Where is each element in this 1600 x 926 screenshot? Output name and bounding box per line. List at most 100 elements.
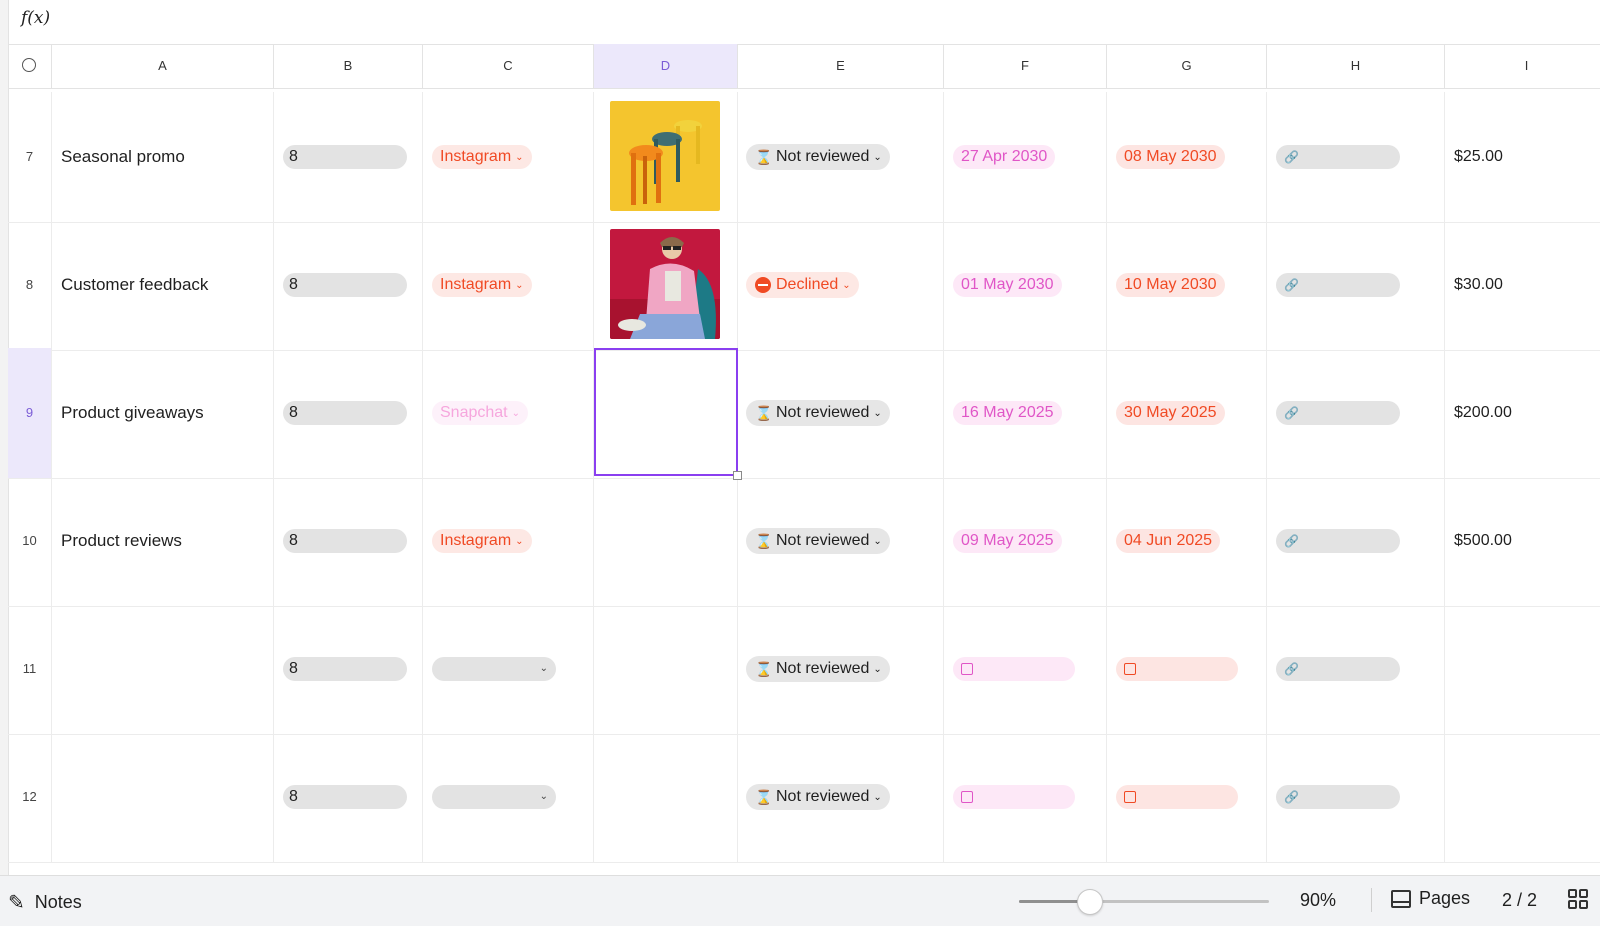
column-header-h[interactable]: H: [1267, 44, 1445, 88]
cell-status[interactable]: ⌛ Not reviewed ⌄: [738, 92, 944, 222]
cell-b[interactable]: 8: [274, 92, 423, 222]
link-pill[interactable]: 🔗: [1276, 657, 1400, 681]
column-header-g[interactable]: G: [1107, 44, 1267, 88]
fill-handle[interactable]: [733, 471, 742, 480]
cell-end-date[interactable]: 10 May 2030: [1107, 220, 1267, 350]
end-date-pill[interactable]: 10 May 2030: [1116, 273, 1225, 297]
image-person-pink-jacket[interactable]: [610, 229, 720, 339]
cell-title[interactable]: Product giveaways: [52, 348, 274, 478]
row-number[interactable]: 10: [8, 476, 52, 606]
cell-channel[interactable]: ⌄: [423, 732, 594, 862]
row-number[interactable]: 7: [8, 92, 52, 222]
channel-dropdown[interactable]: Instagram ⌄: [432, 529, 532, 553]
cell-end-date[interactable]: 30 May 2025: [1107, 348, 1267, 478]
column-header-a[interactable]: A: [52, 44, 274, 88]
cell-end-date[interactable]: 08 May 2030: [1107, 92, 1267, 222]
column-header-f[interactable]: F: [944, 44, 1107, 88]
start-date-pill[interactable]: 01 May 2030: [953, 273, 1062, 297]
link-pill[interactable]: 🔗: [1276, 785, 1400, 809]
channel-dropdown[interactable]: Snapchat ⌄: [432, 401, 528, 425]
grid-view-icon[interactable]: [1568, 889, 1588, 909]
cell-price[interactable]: $30.00: [1445, 220, 1600, 350]
cell-image-selected[interactable]: [594, 348, 738, 478]
formula-bar[interactable]: f(x): [8, 0, 1600, 45]
link-pill[interactable]: 🔗: [1276, 529, 1400, 553]
column-header-b[interactable]: B: [274, 44, 423, 88]
cell-b[interactable]: 8: [274, 732, 423, 862]
status-dropdown[interactable]: ⌛ Not reviewed ⌄: [746, 784, 890, 810]
channel-dropdown[interactable]: Instagram ⌄: [432, 273, 532, 297]
cell-link[interactable]: 🔗: [1267, 220, 1445, 350]
cell-b[interactable]: 8: [274, 220, 423, 350]
channel-dropdown[interactable]: Instagram ⌄: [432, 145, 532, 169]
cell-title[interactable]: Product reviews: [52, 476, 274, 606]
cell-image[interactable]: [594, 604, 738, 734]
cell-status[interactable]: ⌛ Not reviewed ⌄: [738, 348, 944, 478]
cell-image[interactable]: [594, 476, 738, 606]
cell-start-date[interactable]: 01 May 2030: [944, 220, 1107, 350]
cell-status[interactable]: ⌛ Not reviewed ⌄: [738, 604, 944, 734]
start-date-pill[interactable]: [953, 657, 1075, 681]
cell-title[interactable]: Customer feedback: [52, 220, 274, 350]
number-pill[interactable]: 8: [283, 529, 407, 553]
cell-price[interactable]: [1445, 604, 1600, 734]
cell-price[interactable]: $200.00: [1445, 348, 1600, 478]
channel-dropdown[interactable]: ⌄: [432, 657, 556, 681]
cell-price[interactable]: $25.00: [1445, 92, 1600, 222]
select-all-corner[interactable]: [8, 44, 52, 88]
cell-title[interactable]: [52, 604, 274, 734]
cell-status[interactable]: ⌛ Not reviewed ⌄: [738, 732, 944, 862]
link-pill[interactable]: 🔗: [1276, 145, 1400, 169]
cell-status[interactable]: ⌛ Not reviewed ⌄: [738, 476, 944, 606]
zoom-level[interactable]: 90%: [1300, 890, 1336, 911]
pages-button[interactable]: Pages: [1391, 888, 1470, 909]
channel-dropdown[interactable]: ⌄: [432, 785, 556, 809]
cell-image[interactable]: [594, 732, 738, 862]
status-dropdown[interactable]: ⌛ Not reviewed ⌄: [746, 656, 890, 682]
status-dropdown[interactable]: ⌛ Not reviewed ⌄: [746, 144, 890, 170]
cell-title[interactable]: [52, 732, 274, 862]
cell-end-date[interactable]: 04 Jun 2025: [1107, 476, 1267, 606]
number-pill[interactable]: 8: [283, 657, 407, 681]
cell-b[interactable]: 8: [274, 604, 423, 734]
cell-end-date[interactable]: [1107, 604, 1267, 734]
cell-link[interactable]: 🔗: [1267, 92, 1445, 222]
cell-image[interactable]: [594, 220, 738, 350]
start-date-pill[interactable]: 27 Apr 2030: [953, 145, 1056, 169]
cell-status[interactable]: Declined ⌄: [738, 220, 944, 350]
end-date-pill[interactable]: 08 May 2030: [1116, 145, 1225, 169]
column-header-d[interactable]: D: [594, 44, 738, 88]
cell-image[interactable]: [594, 92, 738, 222]
row-number[interactable]: 12: [8, 732, 52, 862]
end-date-pill[interactable]: 30 May 2025: [1116, 401, 1225, 425]
number-pill[interactable]: 8: [283, 401, 407, 425]
cell-channel[interactable]: ⌄: [423, 604, 594, 734]
cell-channel[interactable]: Instagram ⌄: [423, 476, 594, 606]
cell-start-date[interactable]: [944, 732, 1107, 862]
number-pill[interactable]: 8: [283, 145, 407, 169]
cell-channel[interactable]: Snapchat ⌄: [423, 348, 594, 478]
start-date-pill[interactable]: [953, 785, 1075, 809]
cell-b[interactable]: 8: [274, 476, 423, 606]
link-pill[interactable]: 🔗: [1276, 273, 1400, 297]
row-number[interactable]: 8: [8, 220, 52, 350]
status-dropdown[interactable]: ⌛ Not reviewed ⌄: [746, 400, 890, 426]
cell-start-date[interactable]: [944, 604, 1107, 734]
cell-start-date[interactable]: 09 May 2025: [944, 476, 1107, 606]
end-date-pill[interactable]: [1116, 785, 1238, 809]
cell-title[interactable]: Seasonal promo: [52, 92, 274, 222]
link-pill[interactable]: 🔗: [1276, 401, 1400, 425]
cell-end-date[interactable]: [1107, 732, 1267, 862]
cell-channel[interactable]: Instagram ⌄: [423, 220, 594, 350]
column-header-i[interactable]: I: [1445, 44, 1600, 88]
end-date-pill[interactable]: 04 Jun 2025: [1116, 529, 1221, 553]
cell-b[interactable]: 8: [274, 348, 423, 478]
zoom-slider-thumb[interactable]: [1077, 889, 1103, 915]
image-orange-stools[interactable]: [610, 101, 720, 211]
row-number[interactable]: 9: [8, 348, 52, 478]
cell-link[interactable]: 🔗: [1267, 604, 1445, 734]
cell-price[interactable]: [1445, 732, 1600, 862]
number-pill[interactable]: 8: [283, 785, 407, 809]
column-header-c[interactable]: C: [423, 44, 594, 88]
status-dropdown[interactable]: Declined ⌄: [746, 272, 859, 298]
